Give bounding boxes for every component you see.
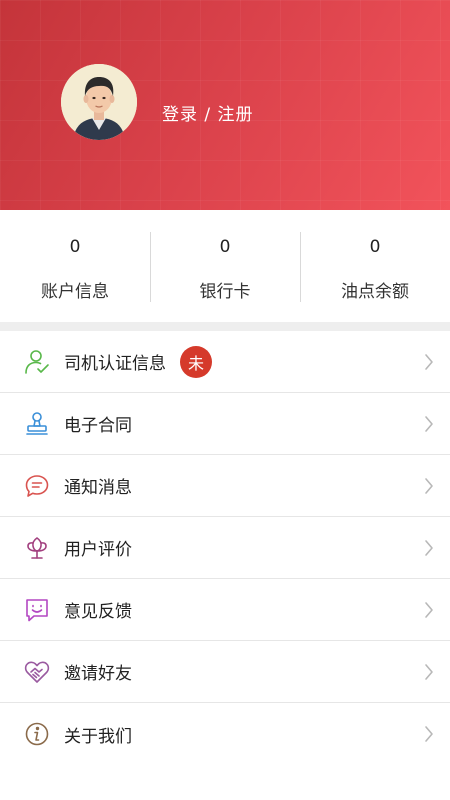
menu-item-label: 用户评价: [64, 540, 132, 560]
smile-chat-icon: [24, 597, 50, 623]
stat-bank-card[interactable]: 0 银行卡: [150, 210, 300, 322]
profile-header: 登录 / 注册: [0, 0, 450, 210]
message-icon: [24, 473, 50, 499]
driver-verified-icon: [24, 349, 50, 375]
stat-label: 账户信息: [41, 282, 109, 302]
section-divider: [0, 322, 450, 331]
menu-item-label: 关于我们: [64, 726, 132, 747]
stat-value: 0: [219, 237, 231, 257]
menu-item-feedback[interactable]: 意见反馈: [0, 579, 450, 641]
menu-item-invite-friends[interactable]: 邀请好友: [0, 641, 450, 703]
chevron-right-icon: [425, 354, 433, 370]
menu-item-label: 通知消息: [64, 478, 132, 498]
stat-account-info[interactable]: 0 账户信息: [0, 210, 150, 322]
menu-item-label: 电子合同: [64, 416, 132, 436]
user-avatar-icon: [61, 64, 137, 140]
info-icon: [24, 721, 50, 747]
chevron-right-icon: [425, 602, 433, 618]
unverified-badge: 未: [180, 345, 212, 378]
stat-value: 0: [69, 237, 81, 257]
chevron-right-icon: [425, 416, 433, 432]
menu-item-about-us[interactable]: 关于我们: [0, 703, 450, 765]
stats-bar: 0 账户信息 0 银行卡 0 油点余额: [0, 210, 450, 322]
flower-icon: [24, 535, 50, 561]
stat-value: 0: [369, 237, 381, 257]
menu-item-label: 邀请好友: [64, 664, 132, 684]
menu-item-label: 意见反馈: [64, 602, 132, 622]
menu-item-notifications[interactable]: 通知消息: [0, 455, 450, 517]
handshake-icon: [24, 659, 50, 685]
chevron-right-icon: [425, 726, 433, 742]
stamp-icon: [24, 411, 50, 437]
chevron-right-icon: [425, 540, 433, 556]
menu-item-driver-verification[interactable]: 司机认证信息 未: [0, 331, 450, 393]
chevron-right-icon: [425, 478, 433, 494]
stat-label: 银行卡: [199, 282, 251, 302]
menu-list: 司机认证信息 未 电子合同 通知消息 用户评价 意见反馈 邀请好友 关于我们: [0, 331, 450, 765]
avatar[interactable]: [61, 64, 137, 140]
menu-item-user-reviews[interactable]: 用户评价: [0, 517, 450, 579]
login-register-link[interactable]: 登录 / 注册: [162, 100, 254, 125]
stat-label: 油点余额: [341, 282, 409, 302]
stat-oil-balance[interactable]: 0 油点余额: [300, 210, 450, 322]
chevron-right-icon: [425, 664, 433, 680]
menu-item-e-contract[interactable]: 电子合同: [0, 393, 450, 455]
menu-item-label: 司机认证信息: [64, 354, 166, 374]
